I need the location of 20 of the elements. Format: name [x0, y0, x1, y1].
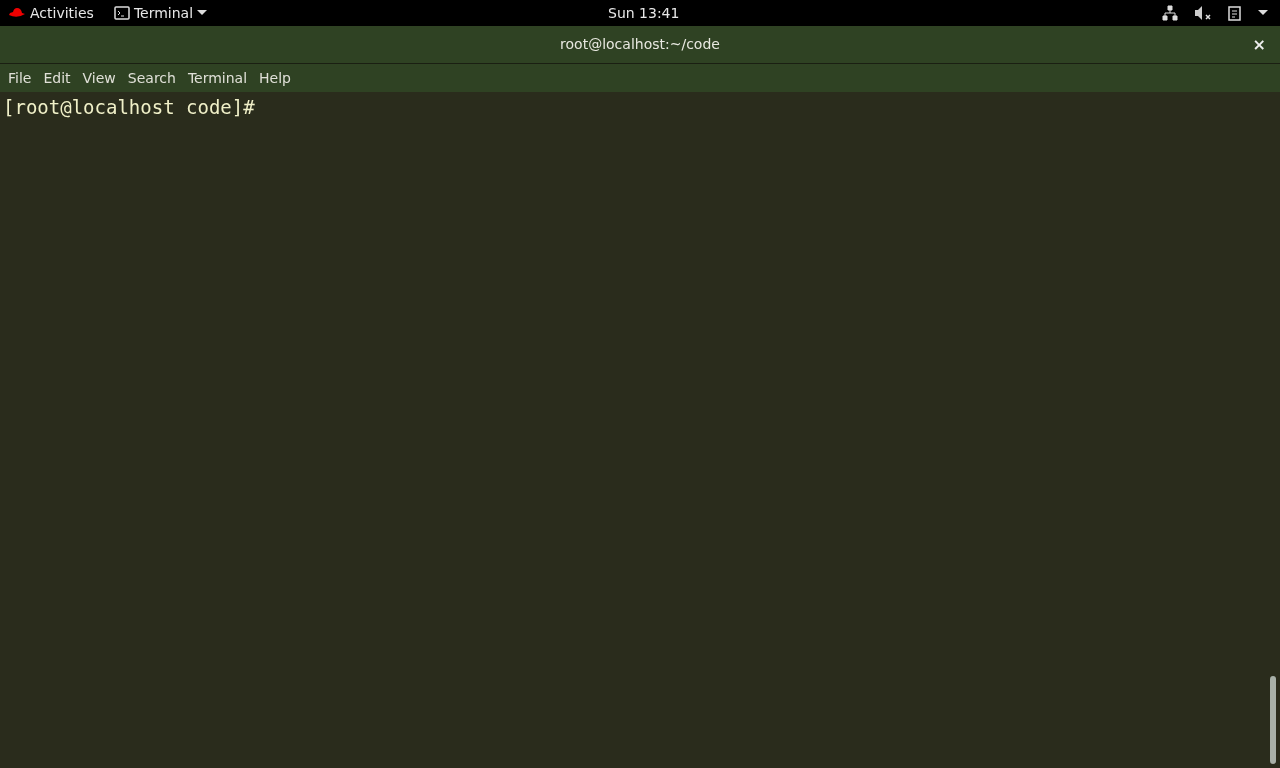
menu-item[interactable]: Edit	[37, 65, 77, 91]
activities-button[interactable]: Activities	[8, 2, 94, 24]
network-icon[interactable]	[1162, 5, 1178, 21]
terminal-line: [root@localhost code]#	[3, 95, 256, 120]
menu-item[interactable]: File	[2, 65, 38, 91]
hat-icon	[8, 7, 26, 19]
scrollbar-thumb[interactable]	[1270, 676, 1276, 764]
clock[interactable]: Sun 13:41	[608, 2, 680, 24]
window-title: root@localhost:~/code	[560, 35, 720, 54]
caret-icon[interactable]	[1258, 10, 1268, 16]
terminal-icon	[113, 6, 130, 20]
menu-item[interactable]: Search	[121, 65, 182, 91]
menu-item[interactable]: View	[76, 65, 122, 91]
menu-item[interactable]: Help	[253, 65, 297, 91]
menu-item[interactable]: Terminal	[181, 65, 254, 91]
app-menu-button[interactable]: Terminal	[113, 2, 208, 24]
close-button[interactable]: ×	[1252, 32, 1266, 57]
caret-icon	[197, 10, 208, 16]
clipboard-icon[interactable]	[1228, 5, 1242, 21]
volume-muted-icon[interactable]	[1194, 5, 1212, 21]
